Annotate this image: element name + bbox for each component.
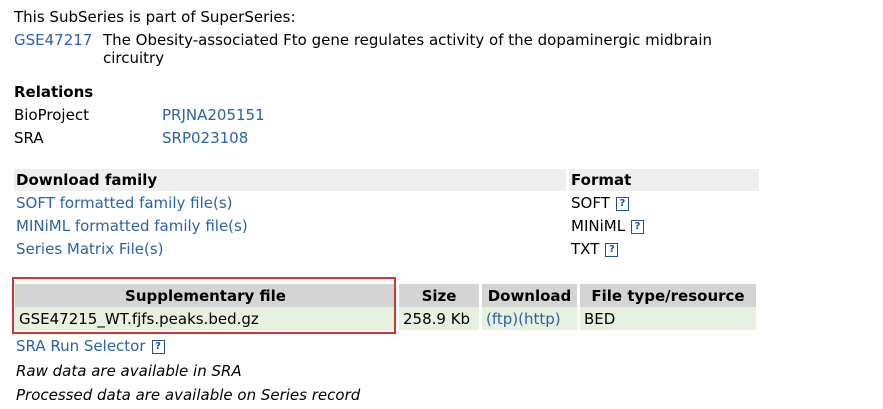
superseries-intro: This SubSeries is part of SuperSeries: <box>14 8 296 26</box>
download-family-header-row: Download family Format <box>14 169 759 191</box>
superseries-title-line1: The Obesity-associated Fto gene regulate… <box>103 31 713 49</box>
series-matrix-link[interactable]: Series Matrix File(s) <box>16 240 164 258</box>
relation-label-sra: SRA <box>14 129 44 147</box>
help-icon[interactable]: ? <box>605 242 619 257</box>
miniml-family-link[interactable]: MINiML formatted family file(s) <box>16 217 248 235</box>
size-header: Size <box>399 284 479 307</box>
sra-link[interactable]: SRP023108 <box>162 129 248 147</box>
processed-data-note: Processed data are available on Series r… <box>16 386 361 404</box>
bioproject-link[interactable]: PRJNA205151 <box>162 106 265 124</box>
download-family-row: SOFT formatted family file(s) SOFT? <box>14 191 759 214</box>
download-family-header: Download family <box>14 169 566 191</box>
download-family-row: MINiML formatted family file(s) MINiML? <box>14 214 759 237</box>
relations-heading: Relations <box>14 83 94 101</box>
table-row: GSE47215_WT.fjfs.peaks.bed.gz 258.9 Kb (… <box>15 307 756 330</box>
supplementary-file-size: 258.9 Kb <box>399 307 479 330</box>
help-icon[interactable]: ? <box>631 219 645 234</box>
supplementary-file-type: BED <box>580 307 756 330</box>
supplementary-header-row: Supplementary file Size Download File ty… <box>15 284 756 307</box>
miniml-format: MINiML <box>571 216 626 235</box>
supplementary-table: Supplementary file Size Download File ty… <box>12 284 759 330</box>
supplementary-file-name: GSE47215_WT.fjfs.peaks.bed.gz <box>15 307 396 330</box>
sra-run-selector-link[interactable]: SRA Run Selector <box>16 337 146 355</box>
download-family-row: Series Matrix File(s) TXT? <box>14 237 759 260</box>
soft-format: SOFT <box>571 193 610 212</box>
supplementary-file-header: Supplementary file <box>15 284 396 307</box>
download-header: Download <box>482 284 577 307</box>
relation-label-bioproject: BioProject <box>14 106 89 124</box>
http-link[interactable]: (http) <box>518 310 561 328</box>
sra-run-selector-row: SRA Run Selector? <box>16 337 165 355</box>
superseries-accession-link[interactable]: GSE47217 <box>14 31 92 49</box>
superseries-title-line2: circuitry <box>103 49 165 67</box>
format-header: Format <box>569 169 759 191</box>
file-type-header: File type/resource <box>580 284 756 307</box>
download-family-table: Download family Format SOFT formatted fa… <box>11 169 762 260</box>
download-cell: (ftp)(http) <box>482 307 577 330</box>
raw-data-note: Raw data are available in SRA <box>16 362 242 380</box>
txt-format: TXT <box>571 239 600 258</box>
help-icon[interactable]: ? <box>615 196 629 211</box>
ftp-link[interactable]: (ftp) <box>486 310 518 328</box>
soft-family-link[interactable]: SOFT formatted family file(s) <box>16 194 233 212</box>
help-icon[interactable]: ? <box>151 340 165 354</box>
